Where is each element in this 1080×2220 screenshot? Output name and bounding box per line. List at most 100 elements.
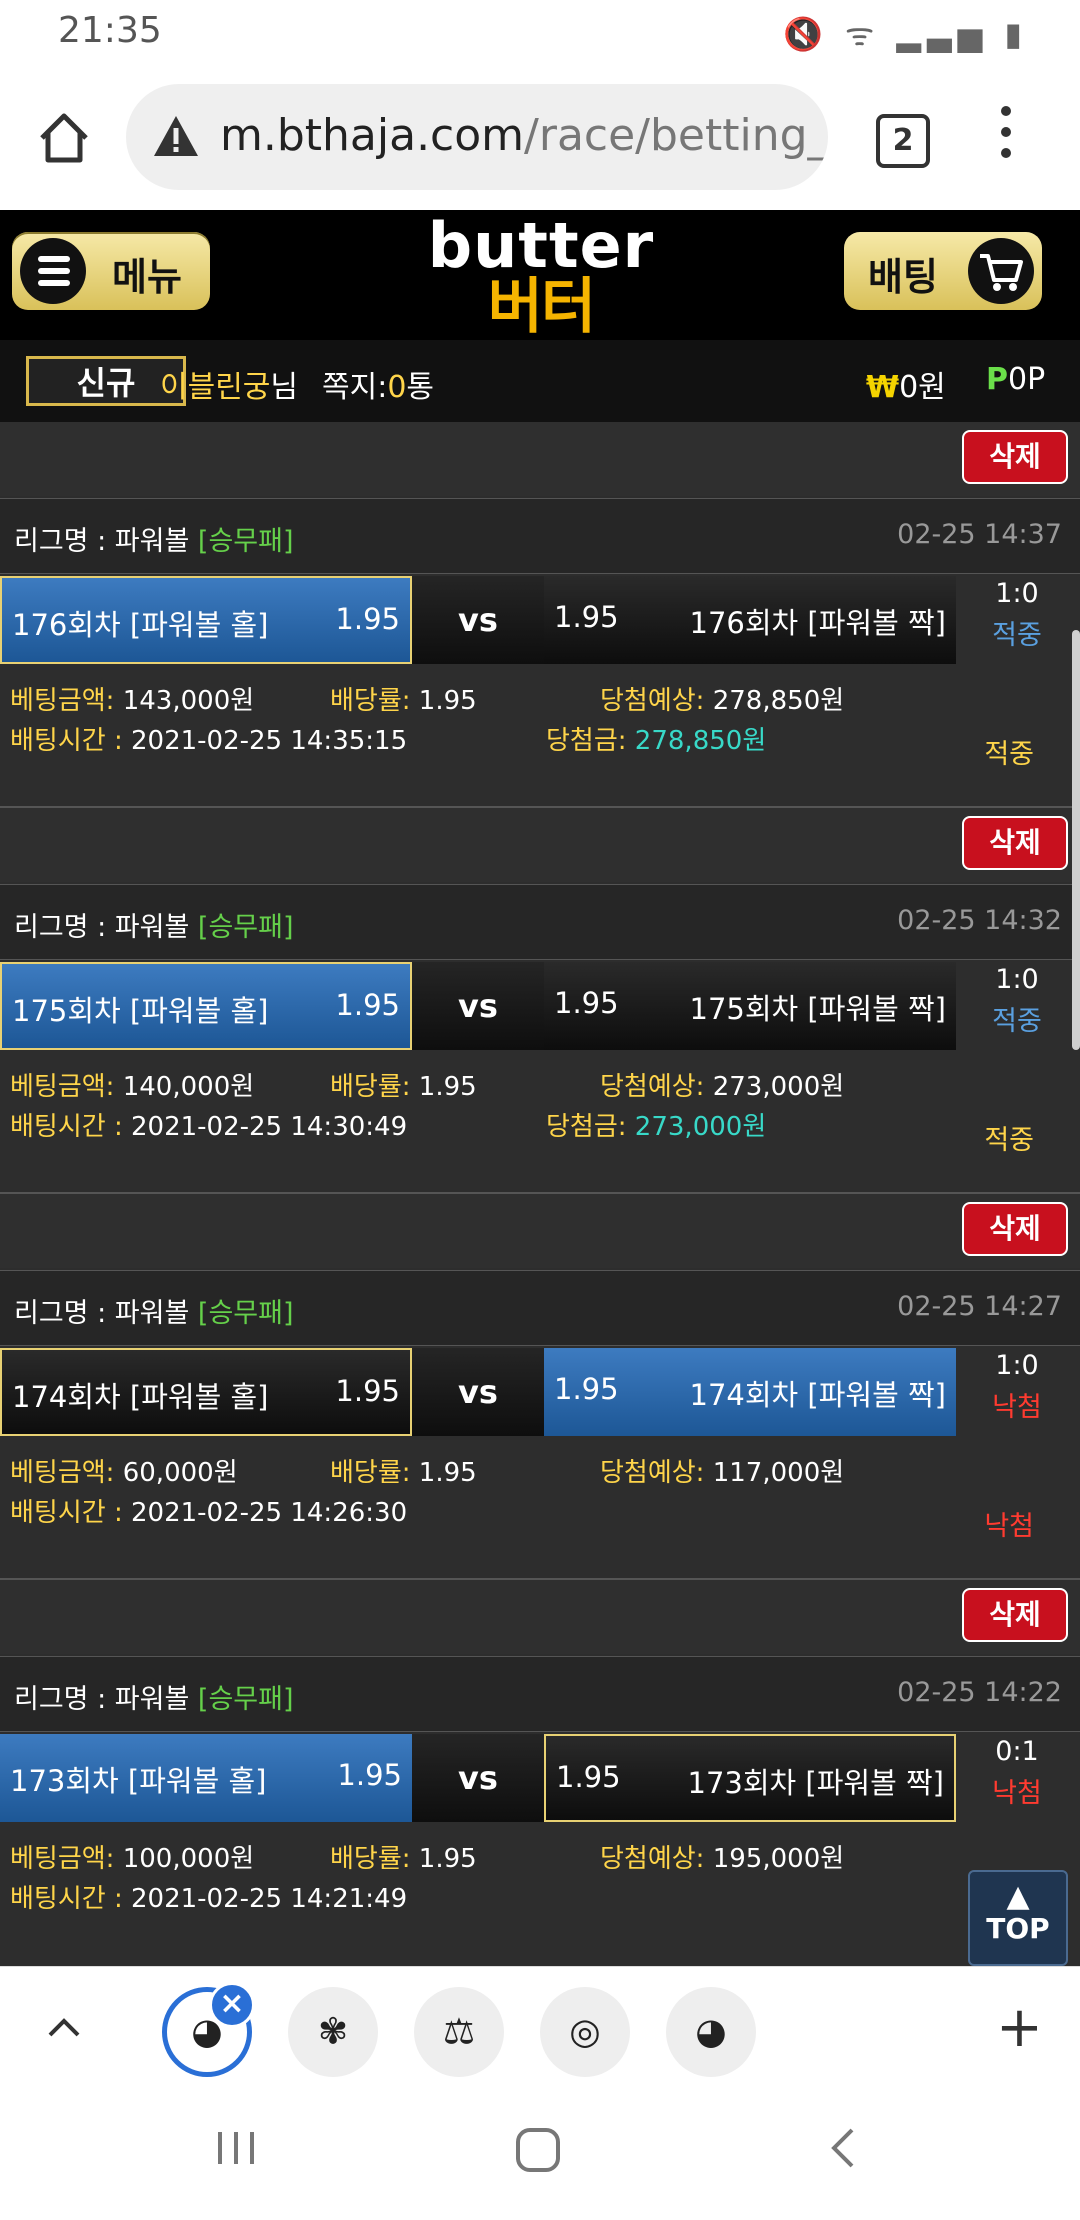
tab-chip[interactable]: ◕ <box>666 1987 756 2077</box>
league-value: 파워볼 <box>114 1684 190 1715</box>
tab-chip-active[interactable]: ◕ × <box>162 1982 255 2077</box>
right-team-pick[interactable]: 1.95 173회차 [파워볼 짝] <box>544 1734 956 1822</box>
message-link[interactable]: 쪽지:0통 <box>322 362 434 406</box>
home-nav-icon[interactable] <box>512 2124 564 2176</box>
bet-status: 적중 <box>984 739 1034 770</box>
vs-label: vs <box>412 1348 544 1436</box>
site-favicon-icon: ✾ <box>317 2011 349 2053</box>
bet-time: 배팅시간 : 2021-02-25 14:21:49 <box>10 1878 407 1915</box>
bet-card: 삭제 리그명 : 파워볼 [승무패] 02-25 14:32 175회차 [파워… <box>0 808 1080 1194</box>
league-row: 리그명 : 파워볼 [승무패] 02-25 14:32 <box>0 884 1080 960</box>
result-status: 낙첨 <box>992 1392 1042 1423</box>
status-time: 21:35 <box>58 10 162 51</box>
league-name: 리그명 : 파워볼 [승무패] <box>14 519 294 558</box>
close-icon[interactable]: × <box>209 1982 255 2028</box>
odds-label: 배당률: <box>330 1458 411 1488</box>
back-icon[interactable] <box>820 2124 868 2172</box>
right-team-pick[interactable]: 1.95 175회차 [파워볼 짝] <box>544 962 956 1050</box>
chevron-up-icon[interactable] <box>44 2007 84 2047</box>
balance: ₩0원 <box>866 362 946 406</box>
left-team-pick[interactable]: 176회차 [파워볼 홀] 1.95 <box>0 576 412 664</box>
bet-time: 배팅시간 : 2021-02-25 14:26:30 <box>10 1492 407 1529</box>
expected-value: 278,850원 <box>712 686 845 716</box>
address-bar[interactable]: m.bthaja.com/race/betting_li <box>126 84 828 190</box>
bet-amount: 베팅금액: 60,000원 <box>10 1452 238 1489</box>
recent-apps-icon[interactable] <box>212 2124 260 2172</box>
right-team-pick[interactable]: 1.95 174회차 [파워볼 짝] <box>544 1348 956 1436</box>
bet-amount: 베팅금액: 100,000원 <box>10 1838 254 1875</box>
list-icon <box>20 238 86 304</box>
win-amount-value: 273,000원 <box>634 1112 767 1142</box>
cart-icon <box>968 238 1034 304</box>
betting-cart-button[interactable]: 배팅 <box>844 232 1042 310</box>
menu-button[interactable]: 메뉴 <box>12 232 210 310</box>
delete-button[interactable]: 삭제 <box>962 1202 1068 1256</box>
delete-button[interactable]: 삭제 <box>962 816 1068 870</box>
team-odd: 1.95 <box>335 1374 400 1408</box>
odds-label: 배당률: <box>330 1072 411 1102</box>
site-logo[interactable]: butter 버터 <box>426 214 656 338</box>
status-icons: 🔇 ᯤ ▂▃▅ ▮ <box>782 15 1028 53</box>
expected-label: 당첨예상: <box>600 686 705 716</box>
odds: 배당률: 1.95 <box>330 680 477 717</box>
status-bar: 21:35 🔇 ᯤ ▂▃▅ ▮ <box>0 0 1080 66</box>
team-odd: 1.95 <box>554 1372 619 1406</box>
odds-value: 1.95 <box>418 1072 477 1102</box>
scroll-top-button[interactable]: ▲ TOP <box>968 1870 1068 1966</box>
bet-time-label: 배팅시간 : <box>10 726 123 756</box>
points-value: 0P <box>1008 362 1046 397</box>
bet-date: 02-25 14:22 <box>897 1677 1062 1708</box>
bet-info: 베팅금액: 100,000원 배당률: 1.95 당첨예상: 195,000원 … <box>0 1830 1080 1966</box>
bet-type: [승무패] <box>197 1298 294 1329</box>
more-icon[interactable] <box>996 106 1016 170</box>
tab-chip[interactable]: ✾ <box>288 1987 378 2077</box>
browser-toolbar: m.bthaja.com/race/betting_li 2 <box>0 66 1080 210</box>
match-row: 176회차 [파워볼 홀] 1.95 vs 1.95 176회차 [파워볼 짝] 1… <box>0 574 1080 666</box>
win-amount-value: 278,850원 <box>634 726 767 756</box>
username-text: 이블린궁 <box>160 370 271 405</box>
team-name: 173회차 [파워볼 짝] <box>687 1766 945 1800</box>
bet-time-value: 2021-02-25 14:26:30 <box>130 1498 408 1528</box>
left-team-pick[interactable]: 173회차 [파워볼 홀] 1.95 <box>0 1734 412 1822</box>
odds-value: 1.95 <box>418 1844 477 1874</box>
result-status: 낙첨 <box>992 1778 1042 1809</box>
league-name: 리그명 : 파워볼 [승무패] <box>14 905 294 944</box>
bet-amount-value: 143,000원 <box>122 686 255 716</box>
tabs-icon[interactable]: 2 <box>876 114 930 168</box>
bet-amount-label: 베팅금액: <box>10 686 115 716</box>
league-name: 리그명 : 파워볼 [승무패] <box>14 1677 294 1716</box>
tab-chip[interactable]: ◎ <box>540 1987 630 2077</box>
delete-button[interactable]: 삭제 <box>962 430 1068 484</box>
bet-date: 02-25 14:27 <box>897 1291 1062 1322</box>
score: 1:0 <box>995 578 1039 609</box>
add-tab-icon[interactable]: + <box>996 1995 1043 2060</box>
bet-info: 베팅금액: 140,000원 배당률: 1.95 당첨예상: 273,000원 … <box>0 1058 1080 1194</box>
bet-status: 적중 <box>984 1125 1034 1156</box>
bet-date: 02-25 14:37 <box>897 519 1062 550</box>
team-name: 176회차 [파워볼 홀] <box>12 608 269 642</box>
tab-chip[interactable]: ⚖ <box>414 1987 504 2077</box>
globe-icon: ◕ <box>695 2011 727 2053</box>
league-name: 리그명 : 파워볼 [승무패] <box>14 1291 294 1330</box>
vs-label: vs <box>412 1734 544 1822</box>
balance-value: 0원 <box>899 370 946 405</box>
expected-label: 당첨예상: <box>600 1844 705 1874</box>
team-name: 174회차 [파워볼 홀] <box>12 1380 269 1414</box>
bet-card: 삭제 리그명 : 파워볼 [승무패] 02-25 14:22 173회차 [파워… <box>0 1580 1080 1966</box>
home-icon[interactable] <box>34 108 94 168</box>
left-team-pick[interactable]: 175회차 [파워볼 홀] 1.95 <box>0 962 412 1050</box>
team-odd: 1.95 <box>554 986 619 1020</box>
bet-time-label: 배팅시간 : <box>10 1498 123 1528</box>
right-team-pick[interactable]: 1.95 176회차 [파워볼 짝] <box>544 576 956 664</box>
win-amount: 당첨금: 278,850원 <box>546 720 766 757</box>
delete-row: 삭제 <box>0 422 1080 496</box>
left-team-pick[interactable]: 174회차 [파워볼 홀] 1.95 <box>0 1348 412 1436</box>
delete-button[interactable]: 삭제 <box>962 1588 1068 1642</box>
username-suffix: 님 <box>270 370 299 405</box>
browser-tab-strip: ◕ × ✾ ⚖ ◎ ◕ + <box>0 1966 1080 2095</box>
menu-label: 메뉴 <box>112 255 182 299</box>
expected-value: 273,000원 <box>712 1072 845 1102</box>
betting-label: 배팅 <box>868 255 938 299</box>
expected-label: 당첨예상: <box>600 1458 705 1488</box>
page-scrollbar[interactable] <box>1072 630 1080 1050</box>
